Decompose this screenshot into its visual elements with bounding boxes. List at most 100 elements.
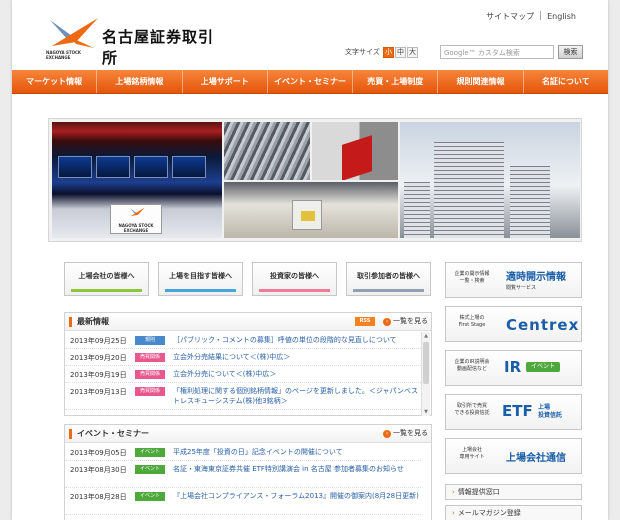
- arrow-circle-icon: ›: [383, 318, 391, 326]
- news-header: 最新情報 RSS › 一覧を見る: [65, 313, 431, 331]
- building: [510, 166, 550, 238]
- item-date: 2013年08月28日: [70, 493, 127, 501]
- display-screen: [134, 156, 168, 178]
- item-link[interactable]: 立会外分売について＜(株)中広＞: [173, 369, 421, 379]
- item-date: 2013年09月13日: [70, 388, 127, 396]
- category-badge: 規則: [135, 336, 165, 345]
- scroll-thumb[interactable]: [423, 342, 429, 384]
- banner-caption: 取引所で売買 できる投資信託: [454, 403, 490, 416]
- font-size-medium-button[interactable]: 中: [395, 47, 407, 58]
- events-seminars: イベント・セミナー › 一覧を見る 2013年09月05日 イベント 平成25年度…: [64, 424, 432, 520]
- trading-participants-button[interactable]: 取引参加者の皆様へ: [346, 262, 431, 296]
- scroll-down-icon[interactable]: ▼: [422, 409, 430, 415]
- events-more-label: 一覧を見る: [393, 429, 428, 437]
- item-link[interactable]: ［パブリック・コメントの募集］呼値の単位の段階的な見直しについて: [173, 335, 421, 345]
- listing-candidates-button[interactable]: 上場を目指す皆様へ: [158, 262, 243, 296]
- item-date: 2013年09月05日: [70, 449, 127, 457]
- category-badge: イベント: [135, 448, 165, 457]
- search-input[interactable]: Google™ カスタム検索: [440, 45, 554, 59]
- news-more-label: 一覧を見る: [393, 317, 428, 325]
- news-scrollbar[interactable]: ▲ ▼: [421, 332, 430, 416]
- font-size-large-button[interactable]: 大: [407, 47, 419, 58]
- ir-banner[interactable]: 企業のIR説明会 動画配信など IR イベント: [445, 350, 582, 386]
- logo-subtitle: NAGOYA STOCK EXCHANGE: [46, 50, 82, 60]
- events-header: イベント・セミナー › 一覧を見る: [65, 425, 431, 443]
- investors-button[interactable]: 投資家の皆様へ: [252, 262, 337, 296]
- item-link[interactable]: 平成25年度「投資の日」記念イベントの開催について: [173, 447, 421, 457]
- main-nav: マーケット情報 上場銘柄情報 上場サポート イベント・セミナー 売買・上場制度 …: [12, 70, 608, 94]
- banner-title: 上場会社通信: [506, 453, 566, 464]
- lobby-photo: [312, 122, 398, 180]
- rss-icon[interactable]: RSS: [355, 317, 375, 326]
- logo[interactable]: 名古屋証券取引所 NAGOYA STOCK EXCHANGE: [46, 16, 216, 67]
- banner-title: 適時開示情報: [506, 272, 566, 283]
- nav-item-about[interactable]: 名証について: [524, 70, 608, 93]
- sitemap-link[interactable]: サイトマップ: [486, 12, 534, 21]
- display-screen: [172, 156, 206, 178]
- nav-item-listing-support[interactable]: 上場サポート: [183, 70, 268, 93]
- centrex-banner[interactable]: 株式上場の First Stage Centrex: [445, 306, 582, 342]
- listed-companies-button[interactable]: 上場会社の皆様へ: [64, 262, 149, 296]
- category-badge: 売買関係: [135, 353, 165, 362]
- font-size-label: 文字サイズ: [345, 48, 380, 56]
- newsletter-link[interactable]: › メールマガジン登録: [445, 505, 582, 520]
- top-links: サイトマップ English: [486, 11, 576, 22]
- building: [434, 142, 504, 238]
- page: 名古屋証券取引所 NAGOYA STOCK EXCHANGE サイトマップ Eng…: [12, 0, 608, 520]
- hero-image: NAGOYA STOCK EXCHANGE: [48, 118, 582, 242]
- banner-note: 上場 投資信託: [538, 404, 563, 419]
- banner-title: IR: [504, 358, 522, 376]
- list-item: 2013年09月25日 規則 ［パブリック・コメントの募集］呼値の単位の段階的な…: [65, 332, 421, 349]
- event-badge: イベント: [526, 362, 560, 372]
- banner-note: 閲覧サービス: [506, 285, 537, 291]
- trading-floor-photo: NAGOYA STOCK EXCHANGE: [52, 122, 222, 238]
- item-date: 2013年09月19日: [70, 371, 127, 379]
- list-item: 2013年08月28日 イベント 『上場会社コンプライアンス・フォーラム2013…: [65, 488, 421, 515]
- list-item: 2013年09月19日 売買関係 立会外分売について＜(株)中広＞: [65, 366, 421, 383]
- link-label: 情報提供窓口: [457, 488, 500, 496]
- news-list: 2013年09月25日 規則 ［パブリック・コメントの募集］呼値の単位の段階的な…: [65, 332, 421, 410]
- events-more-link[interactable]: › 一覧を見る: [383, 428, 428, 438]
- banner-caption: 企業のIR説明会 動画配信など: [454, 359, 490, 372]
- red-wall: [342, 135, 372, 180]
- list-item: 2013年09月05日 イベント 平成25年度「投資の日」記念イベントの開催につ…: [65, 444, 421, 461]
- news-more-link[interactable]: › 一覧を見る: [383, 316, 428, 326]
- font-size-control: 文字サイズ 小中大: [345, 47, 419, 58]
- sign-text: NAGOYA STOCK EXCHANGE: [118, 223, 154, 233]
- timely-disclosure-banner[interactable]: 企業の開示情報 一覧・検索 適時開示情報 閲覧サービス: [445, 262, 582, 298]
- listed-company-news-banner[interactable]: 上場会社 専用サイト 上場会社通信: [445, 438, 582, 474]
- nav-item-rules[interactable]: 規則関連情報: [438, 70, 524, 93]
- item-link[interactable]: 『上場会社コンプライアンス・フォーラム2013』開催の御案内(8月28日更新): [173, 491, 421, 501]
- banner-title: Centrex: [506, 316, 580, 334]
- etf-banner[interactable]: 取引所で売買 できる投資信託 ETF 上場 投資信託: [445, 394, 582, 430]
- audience-buttons: 上場会社の皆様へ 上場を目指す皆様へ 投資家の皆様へ 取引参加者の皆様へ: [64, 262, 432, 296]
- item-date: 2013年08月30日: [70, 466, 127, 474]
- item-link[interactable]: 立会外分売結果について＜(株)中広＞: [173, 352, 421, 362]
- category-badge: イベント: [135, 465, 165, 474]
- logo-mark-icon: [130, 207, 145, 217]
- info-window-link[interactable]: › 情報提供窓口: [445, 484, 582, 500]
- building: [404, 182, 430, 238]
- nav-item-market[interactable]: マーケット情報: [12, 70, 98, 93]
- chevron-right-icon: ›: [452, 509, 455, 517]
- font-size-small-button[interactable]: 小: [383, 47, 395, 58]
- item-link[interactable]: 「権利処理に関する個別銘柄情報」のページを更新しました。＜ジャパンベストレスキュ…: [173, 386, 421, 406]
- list-item: 2013年09月20日 売買関係 立会外分売結果について＜(株)中広＞: [65, 349, 421, 366]
- chevron-right-icon: ›: [452, 488, 455, 496]
- search-button[interactable]: 検索: [558, 45, 583, 59]
- events-title: イベント・セミナー: [69, 429, 149, 439]
- entrance-door: [292, 200, 322, 230]
- display-screen: [58, 156, 92, 178]
- display-screen: [96, 156, 130, 178]
- item-date: 2013年09月20日: [70, 354, 127, 362]
- scroll-up-icon[interactable]: ▲: [422, 333, 430, 339]
- news-title: 最新情報: [69, 317, 109, 327]
- building-photo: [400, 122, 580, 238]
- door-logo: [301, 211, 315, 221]
- nav-item-events[interactable]: イベント・セミナー: [268, 70, 354, 93]
- english-link[interactable]: English: [547, 12, 576, 21]
- nav-item-listed[interactable]: 上場銘柄情報: [97, 70, 183, 93]
- item-link[interactable]: 名証・東海東京証券共催 ETF特別講演会 in 名古屋 参加者募集のお知らせ: [173, 464, 421, 474]
- nav-item-trading[interactable]: 売買・上場制度: [353, 70, 439, 93]
- banner-caption: 企業の開示情報 一覧・検索: [454, 271, 490, 284]
